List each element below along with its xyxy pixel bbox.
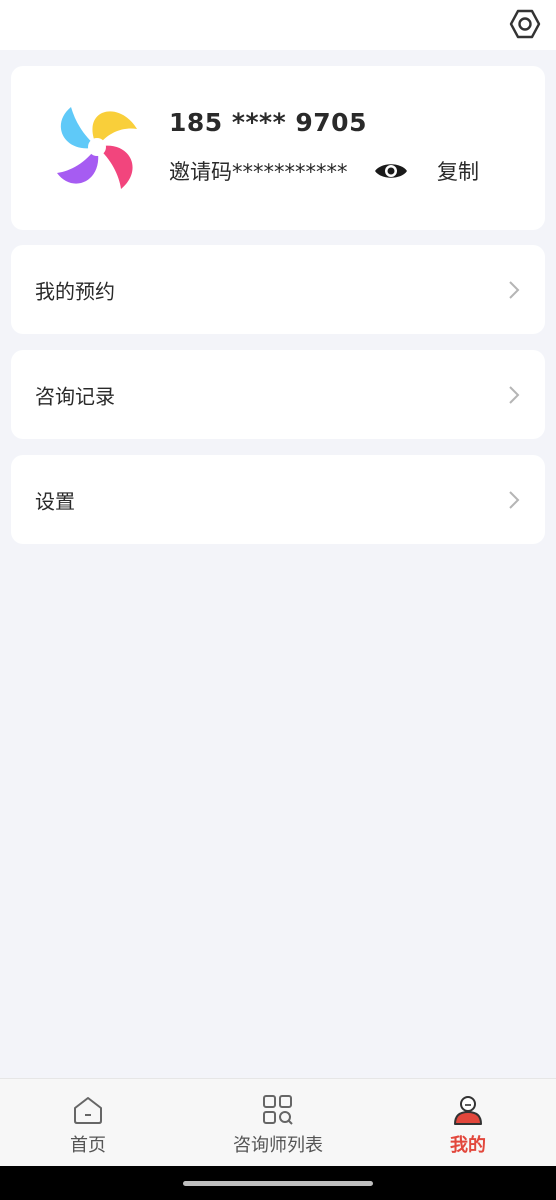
menu-item-label: 咨询记录 [35,384,115,408]
menu-item-label: 设置 [35,489,75,513]
user-icon [454,1096,482,1125]
top-bar [0,0,556,50]
tab-label: 咨询师列表 [233,1135,323,1156]
profile-card: 185 **** 9705 邀请码*********** 复制 [11,66,545,230]
grid-search-icon [263,1095,293,1125]
menu-item-settings[interactable]: 设置 [11,455,545,544]
avatar[interactable] [49,99,145,195]
tab-mine[interactable]: 我的 [438,1079,498,1167]
chevron-right-icon [509,490,520,509]
tab-label: 我的 [450,1135,486,1156]
menu-item-label: 我的预约 [35,279,115,303]
home-indicator[interactable] [183,1181,373,1186]
invite-code: 邀请码*********** [169,160,348,184]
bottom-tab-bar: 首页 咨询师列表 我的 [0,1078,556,1166]
tab-consultant-list[interactable]: 咨询师列表 [228,1079,328,1167]
settings-icon[interactable] [508,7,542,41]
menu-item-appointments[interactable]: 我的预约 [11,245,545,334]
home-icon [74,1097,102,1124]
tab-label: 首页 [70,1135,106,1156]
eye-icon[interactable] [373,156,409,186]
tab-home[interactable]: 首页 [58,1079,118,1167]
system-nav-bar [0,1166,556,1200]
chevron-right-icon [509,280,520,299]
chevron-right-icon [509,385,520,404]
phone-number: 185 **** 9705 [169,108,367,137]
menu-item-consult-records[interactable]: 咨询记录 [11,350,545,439]
copy-button[interactable]: 复制 [437,156,479,186]
